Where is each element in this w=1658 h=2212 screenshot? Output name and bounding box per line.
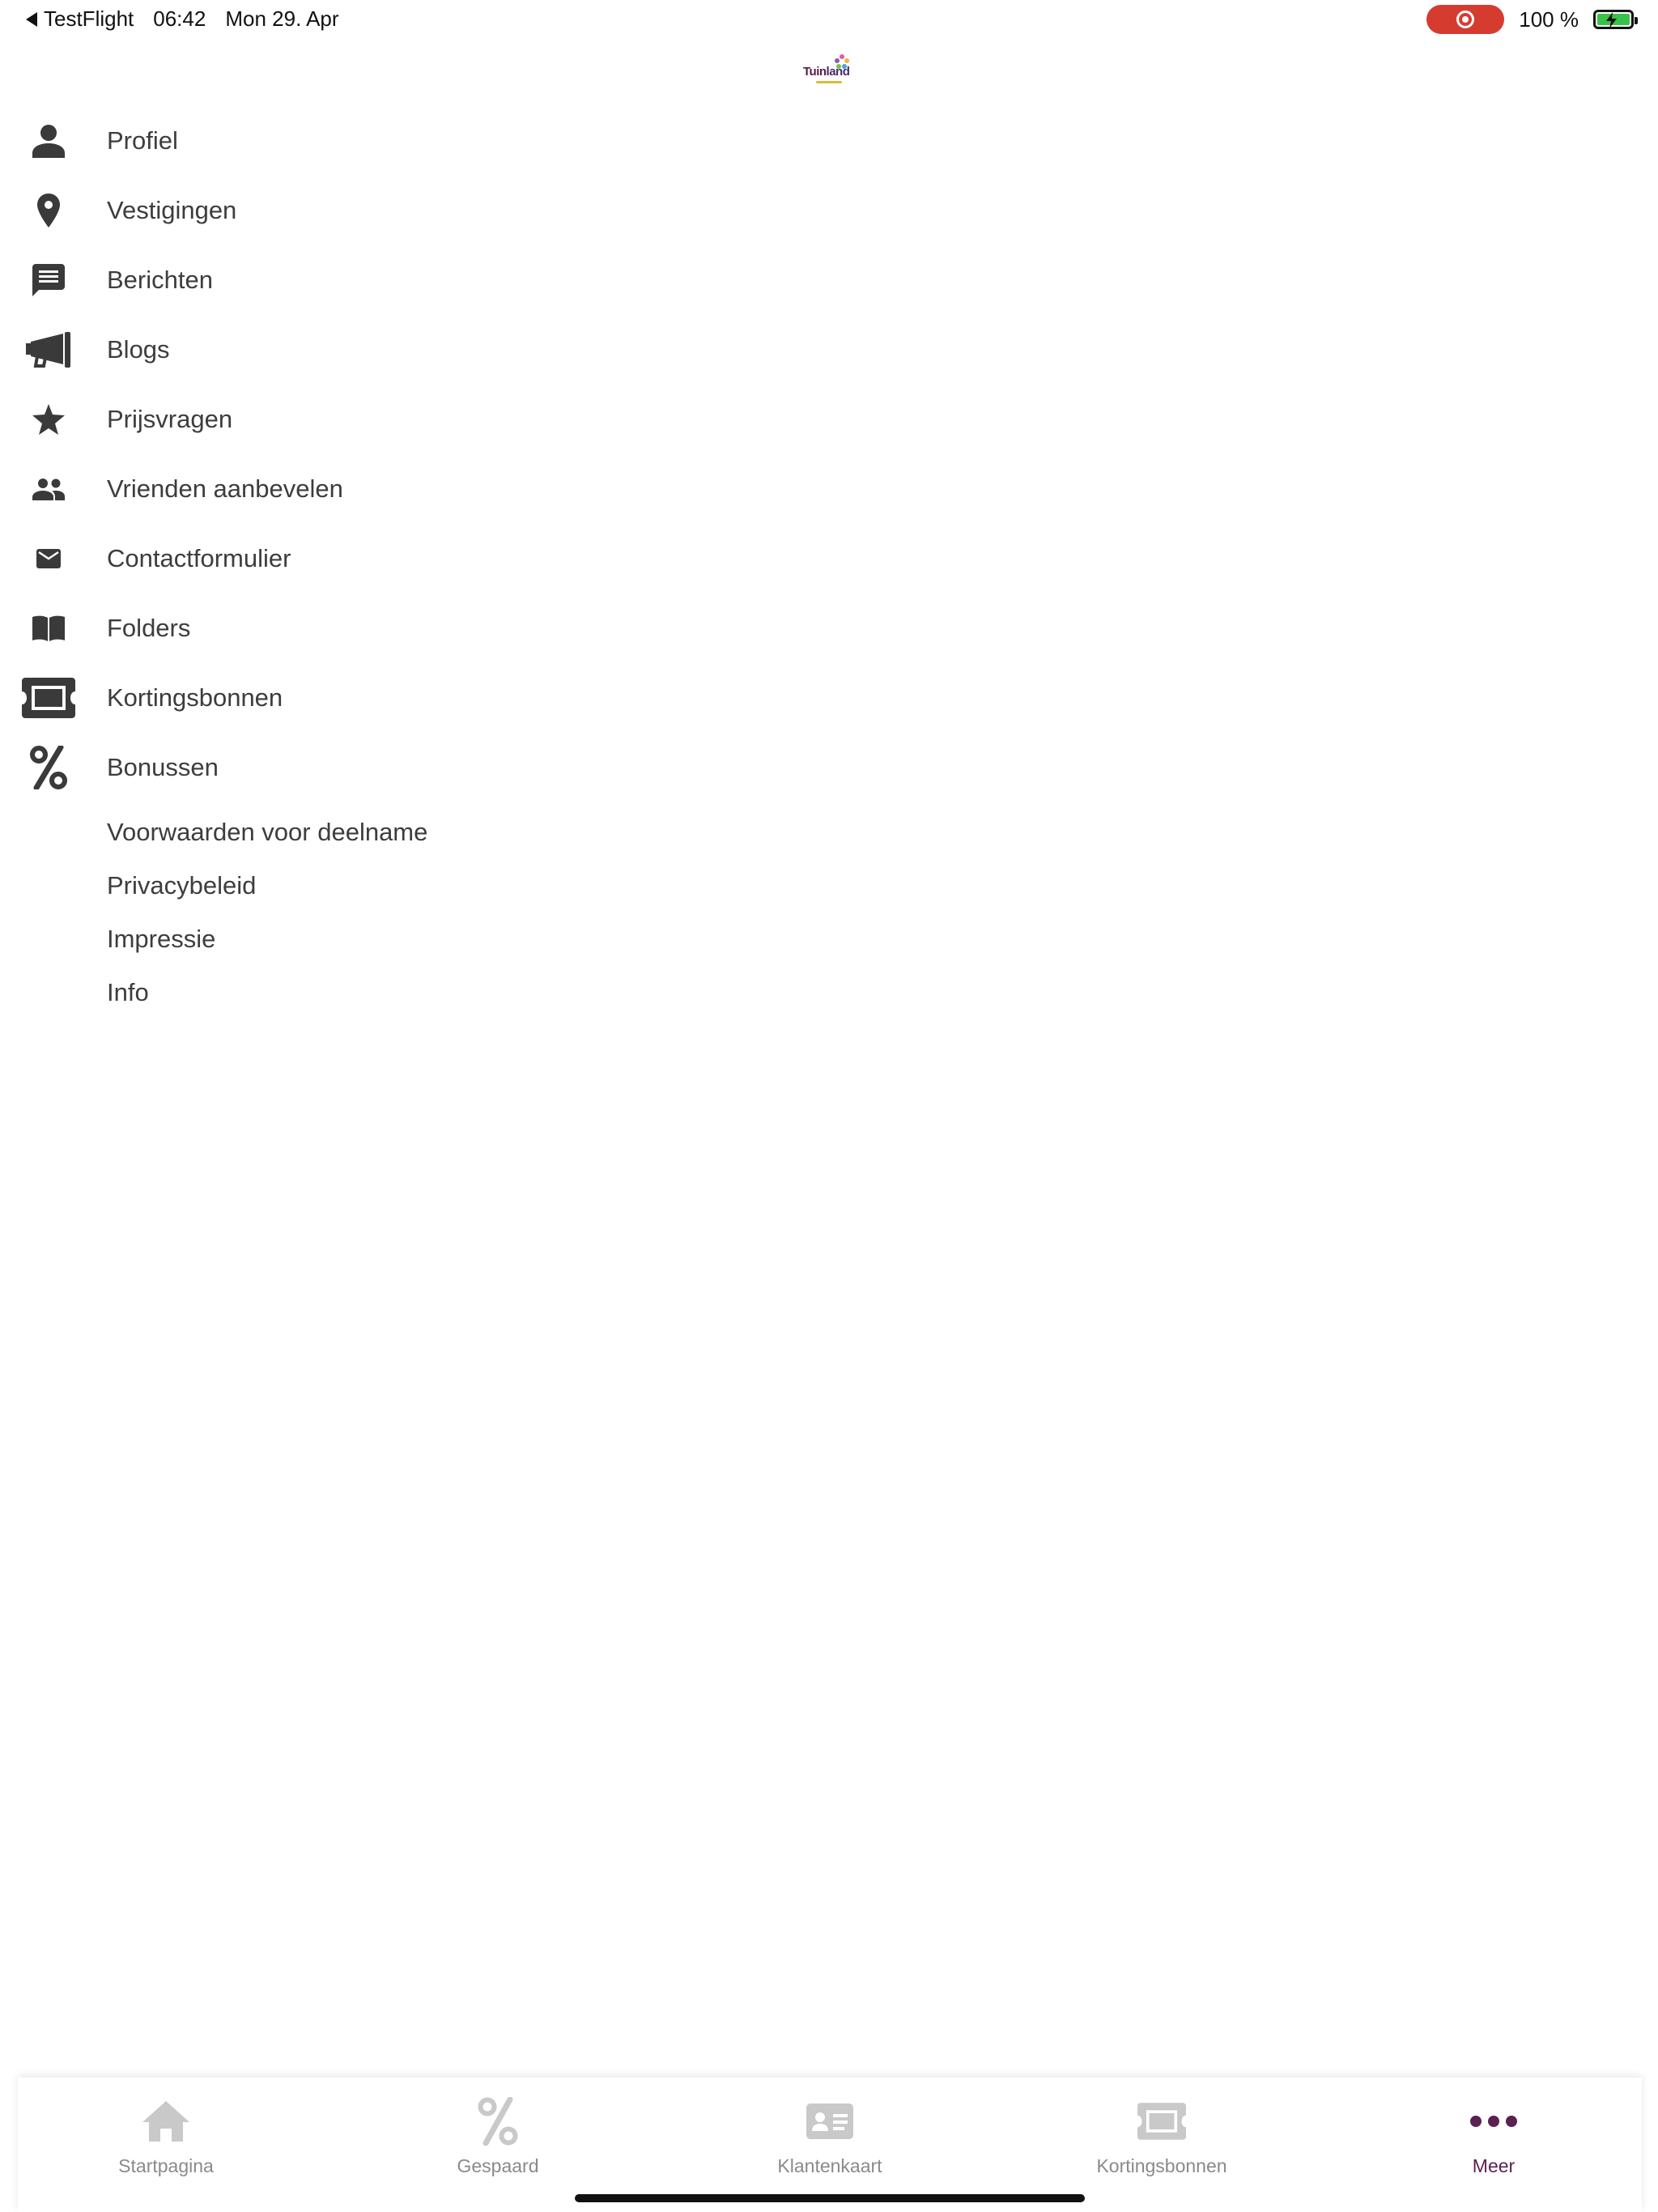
logo-text-2: land bbox=[826, 65, 850, 79]
people-icon bbox=[19, 463, 78, 515]
menu-item-folders[interactable]: Folders bbox=[0, 602, 615, 654]
back-to-app-link[interactable]: TestFlight bbox=[26, 6, 134, 32]
menu-item-label: Blogs bbox=[107, 335, 170, 364]
tab-kortingsbonnen[interactable]: Kortingsbonnen bbox=[1040, 2078, 1283, 2191]
more-dots-icon bbox=[1469, 2097, 1518, 2146]
tab-label: Startpagina bbox=[118, 2155, 214, 2176]
message-icon bbox=[19, 254, 78, 306]
home-icon bbox=[142, 2097, 189, 2146]
menu-item-label: Vestigingen bbox=[107, 196, 237, 224]
bottom-tab-bar: Startpagina Gespaard Klantenkaart Kortin… bbox=[18, 2078, 1642, 2212]
status-time: 06:42 bbox=[153, 6, 206, 31]
menu-item-label: Kortingsbonnen bbox=[107, 683, 283, 712]
star-icon bbox=[19, 393, 78, 445]
tab-label: Meer bbox=[1472, 2155, 1516, 2176]
battery-percentage: 100 % bbox=[1519, 6, 1579, 32]
menu-item-label: Bonussen bbox=[107, 753, 219, 781]
percent-icon bbox=[478, 2097, 518, 2146]
tab-meer[interactable]: Meer bbox=[1372, 2078, 1615, 2191]
percent-icon bbox=[19, 742, 78, 793]
menu-item-label: Folders bbox=[107, 614, 191, 642]
tab-label: Gespaard bbox=[457, 2155, 539, 2176]
menu-item-kortingsbonnen[interactable]: Kortingsbonnen bbox=[0, 672, 615, 724]
link-info[interactable]: Info bbox=[107, 978, 149, 1007]
menu-item-label: Prijsvragen bbox=[107, 405, 233, 433]
logo-text-1: Tuin bbox=[803, 65, 827, 79]
tab-gespaard[interactable]: Gespaard bbox=[376, 2078, 619, 2191]
link-privacybeleid[interactable]: Privacybeleid bbox=[107, 871, 256, 900]
battery-icon bbox=[1593, 10, 1638, 29]
tuinland-logo: Tuinland bbox=[801, 53, 858, 87]
tab-label: Kortingsbonnen bbox=[1096, 2155, 1227, 2176]
megaphone-icon bbox=[19, 324, 78, 376]
ticket-icon bbox=[1137, 2097, 1186, 2146]
tab-startpagina[interactable]: Startpagina bbox=[45, 2078, 287, 2191]
home-indicator[interactable] bbox=[575, 2194, 1085, 2202]
back-arrow-icon bbox=[26, 11, 37, 27]
book-icon bbox=[19, 602, 78, 654]
tab-klantenkaart[interactable]: Klantenkaart bbox=[708, 2078, 951, 2191]
menu-item-label: Profiel bbox=[107, 126, 178, 155]
record-icon bbox=[1456, 11, 1475, 28]
status-bar: TestFlight 06:42 Mon 29. Apr 100 % bbox=[0, 0, 1658, 39]
menu-item-prijsvragen[interactable]: Prijsvragen bbox=[0, 393, 615, 445]
location-pin-icon bbox=[19, 185, 78, 236]
ticket-icon bbox=[19, 672, 78, 724]
menu-item-profiel[interactable]: Profiel bbox=[0, 115, 615, 167]
tab-label: Klantenkaart bbox=[777, 2155, 882, 2176]
back-app-name: TestFlight bbox=[44, 6, 134, 31]
menu-item-vestigingen[interactable]: Vestigingen bbox=[0, 185, 615, 236]
menu-item-label: Vrienden aanbevelen bbox=[107, 474, 343, 503]
id-card-icon bbox=[806, 2097, 853, 2146]
menu-item-berichten[interactable]: Berichten bbox=[0, 254, 615, 306]
status-date: Mon 29. Apr bbox=[225, 6, 339, 31]
menu-item-bonussen[interactable]: Bonussen bbox=[0, 742, 615, 793]
menu-item-vrienden-aanbevelen[interactable]: Vrienden aanbevelen bbox=[0, 463, 615, 515]
menu-item-contactformulier[interactable]: Contactformulier bbox=[0, 533, 615, 585]
link-impressie[interactable]: Impressie bbox=[107, 925, 215, 954]
menu-item-label: Contactformulier bbox=[107, 544, 291, 572]
menu-item-blogs[interactable]: Blogs bbox=[0, 324, 615, 376]
screen-recording-indicator[interactable] bbox=[1426, 5, 1505, 34]
menu-item-label: Berichten bbox=[107, 266, 213, 294]
envelope-icon bbox=[19, 533, 78, 585]
person-icon bbox=[19, 115, 78, 167]
link-voorwaarden[interactable]: Voorwaarden voor deelname bbox=[107, 818, 427, 847]
